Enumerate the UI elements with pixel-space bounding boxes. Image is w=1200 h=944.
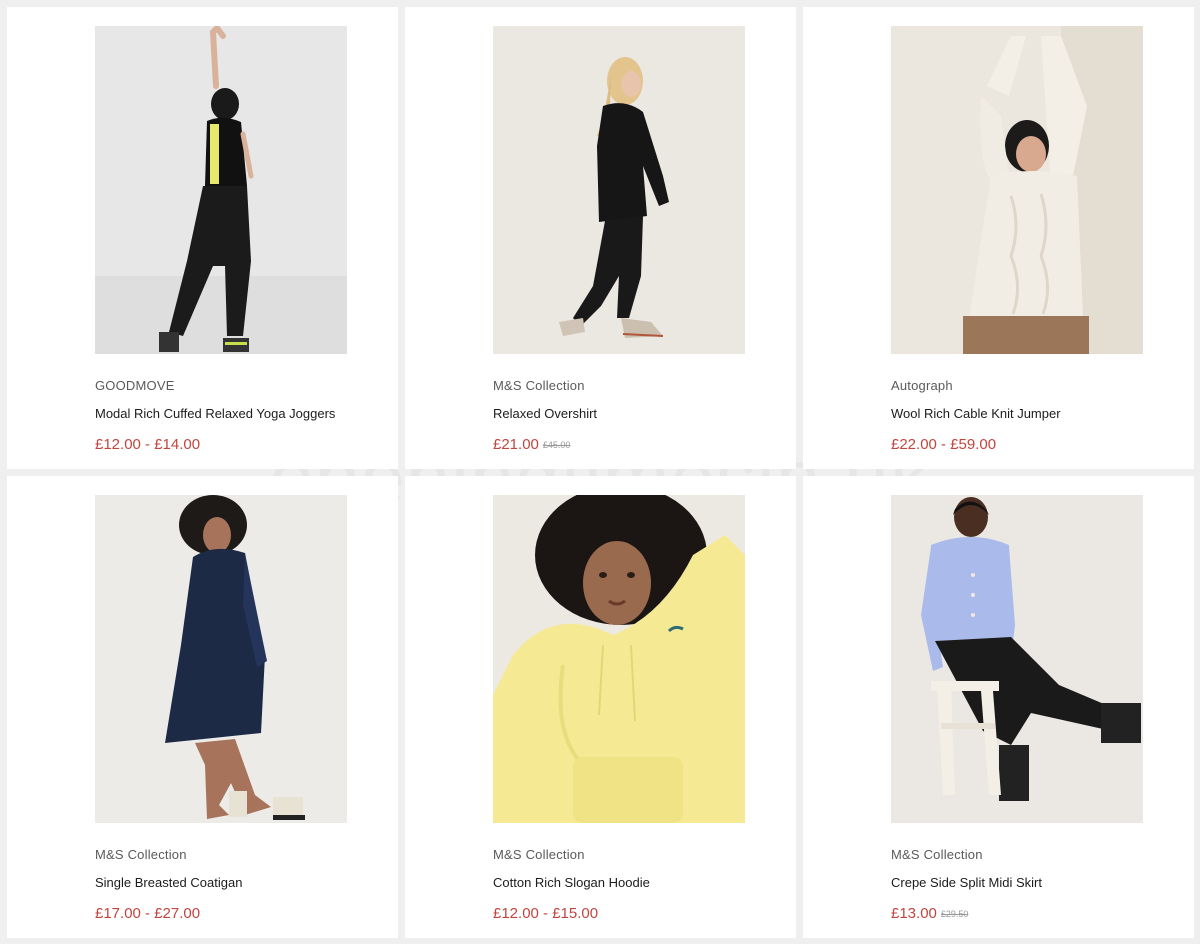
product-card[interactable]: M&S Collection Crepe Side Split Midi Ski… xyxy=(803,476,1194,938)
product-price: £21.00 £45.00 xyxy=(493,436,570,453)
product-image[interactable] xyxy=(891,495,1143,823)
product-brand: M&S Collection xyxy=(493,847,585,862)
current-price: £12.00 - £14.00 xyxy=(95,436,201,453)
product-card[interactable]: M&S Collection Single Breasted Coatigan … xyxy=(7,476,398,938)
midi-skirt-photo xyxy=(891,495,1143,823)
product-image[interactable] xyxy=(95,495,347,823)
product-title[interactable]: Modal Rich Cuffed Relaxed Yoga Joggers xyxy=(95,406,335,421)
product-price: £12.00 - £14.00 xyxy=(95,436,200,453)
coatigan-photo xyxy=(95,495,347,823)
product-price: £12.00 - £15.00 xyxy=(493,905,598,922)
product-brand: M&S Collection xyxy=(891,847,983,862)
product-card[interactable]: M&S Collection Relaxed Overshirt £21.00 £… xyxy=(405,7,796,469)
jumper-photo xyxy=(891,26,1143,354)
product-card[interactable]: M&S Collection Cotton Rich Slogan Hoodie… xyxy=(405,476,796,938)
overshirt-photo xyxy=(493,26,745,354)
product-title[interactable]: Relaxed Overshirt xyxy=(493,406,597,421)
product-brand: Autograph xyxy=(891,378,953,393)
product-title[interactable]: Wool Rich Cable Knit Jumper xyxy=(891,406,1061,421)
product-image[interactable] xyxy=(95,26,347,354)
product-image[interactable] xyxy=(891,26,1143,354)
product-price: £22.00 - £59.00 xyxy=(891,436,996,453)
product-title[interactable]: Crepe Side Split Midi Skirt xyxy=(891,875,1042,890)
hoodie-photo xyxy=(493,495,745,823)
product-image[interactable] xyxy=(493,495,745,823)
joggers-photo xyxy=(95,26,347,354)
product-card[interactable]: GOODMOVE Modal Rich Cuffed Relaxed Yoga … xyxy=(7,7,398,469)
was-price: £29.50 xyxy=(940,909,969,919)
current-price: £13.00 xyxy=(891,905,937,922)
current-price: £17.00 - £27.00 xyxy=(95,905,201,922)
product-brand: GOODMOVE xyxy=(95,378,175,393)
product-price: £13.00 £29.50 xyxy=(891,905,968,922)
product-image[interactable] xyxy=(493,26,745,354)
product-brand: M&S Collection xyxy=(95,847,187,862)
product-title[interactable]: Single Breasted Coatigan xyxy=(95,875,242,890)
current-price: £22.00 - £59.00 xyxy=(891,436,997,453)
product-brand: M&S Collection xyxy=(493,378,585,393)
product-grid: GOODMOVE Modal Rich Cuffed Relaxed Yoga … xyxy=(7,7,1194,938)
product-price: £17.00 - £27.00 xyxy=(95,905,200,922)
current-price: £12.00 - £15.00 xyxy=(493,905,599,922)
was-price: £45.00 xyxy=(542,440,571,450)
current-price: £21.00 xyxy=(493,436,539,453)
product-title[interactable]: Cotton Rich Slogan Hoodie xyxy=(493,875,650,890)
product-card[interactable]: Autograph Wool Rich Cable Knit Jumper £2… xyxy=(803,7,1194,469)
